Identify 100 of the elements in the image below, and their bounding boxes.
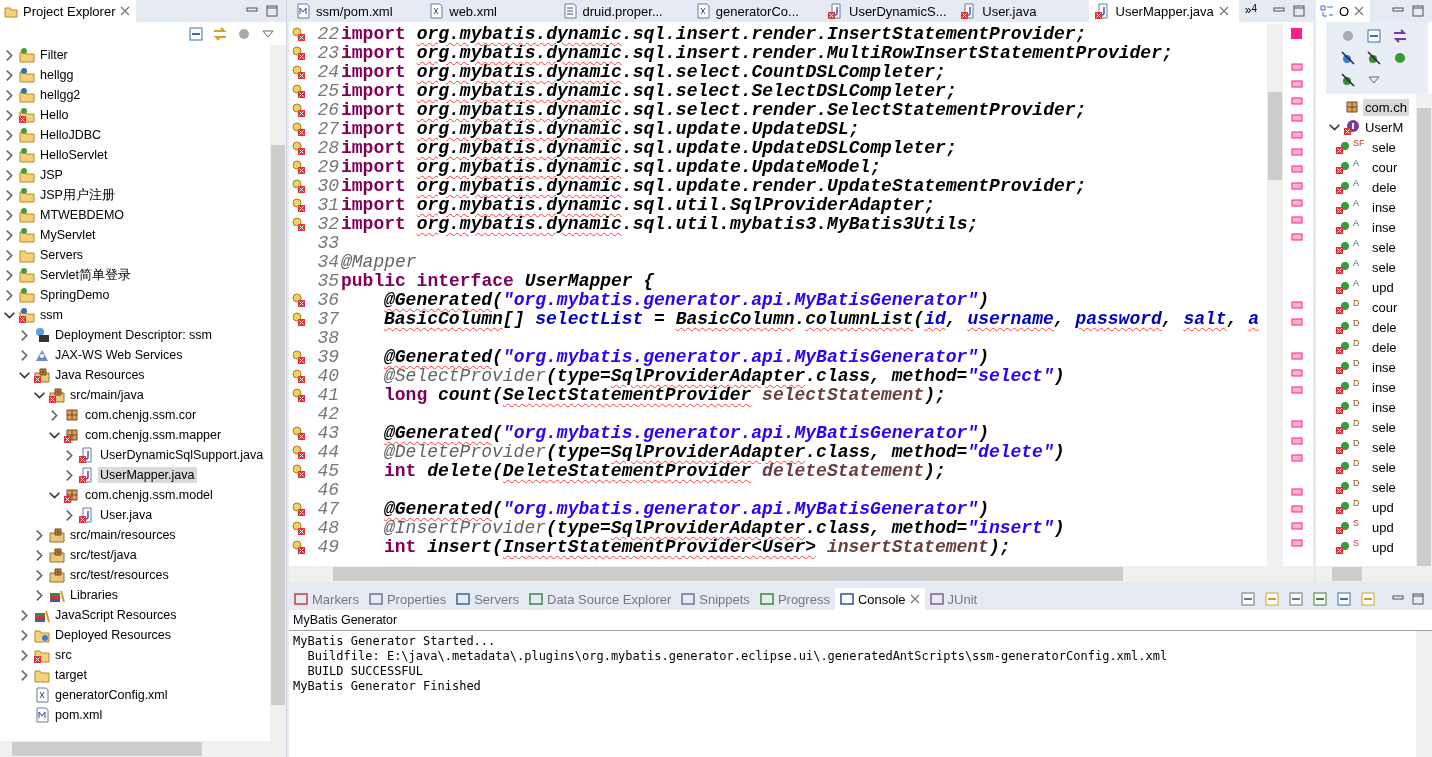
view-tab[interactable]: Snippets bbox=[676, 588, 755, 610]
vertical-scrollbar[interactable] bbox=[1267, 24, 1283, 566]
view-tab[interactable]: JUnit bbox=[924, 588, 983, 610]
outline-item[interactable]: dele bbox=[1370, 338, 1399, 356]
close-icon[interactable] bbox=[120, 6, 131, 16]
tree-item[interactable]: JSP bbox=[38, 167, 65, 183]
outline-item[interactable]: sele bbox=[1370, 138, 1398, 156]
view-tab[interactable]: Markers bbox=[289, 588, 364, 610]
method-icon bbox=[1336, 280, 1350, 294]
tree-item[interactable]: HelloServlet bbox=[38, 147, 110, 163]
close-icon[interactable] bbox=[909, 594, 920, 604]
view-tab[interactable]: Progress bbox=[754, 588, 835, 610]
tree-item[interactable]: MTWEBDEMO bbox=[38, 207, 127, 223]
interface-icon bbox=[1344, 119, 1360, 135]
tree-item[interactable]: User.java bbox=[98, 507, 155, 523]
tree-item[interactable]: Deployed Resources bbox=[53, 627, 174, 643]
tree-item[interactable]: ssm bbox=[38, 307, 65, 323]
outline-item[interactable]: sele bbox=[1370, 418, 1398, 436]
tree-item[interactable]: target bbox=[53, 667, 89, 683]
tree-item[interactable]: Java Resources bbox=[53, 367, 147, 383]
editor-tab[interactable]: ssm/pom.xml bbox=[289, 0, 423, 22]
outline-item[interactable]: inse bbox=[1370, 358, 1398, 376]
tree-item[interactable]: pom.xml bbox=[53, 707, 105, 723]
view-tab[interactable]: Data Source Explorer bbox=[524, 588, 677, 610]
maximize-icon[interactable] bbox=[1412, 593, 1424, 605]
hide-fields-icon[interactable] bbox=[1340, 50, 1356, 66]
tree-item[interactable]: src/main/resources bbox=[68, 527, 178, 543]
editor-tab[interactable]: User.java bbox=[955, 0, 1089, 22]
tree-item[interactable]: Servlet简单登录 bbox=[38, 265, 133, 285]
tree-item[interactable]: JSP用户注册 bbox=[38, 185, 117, 205]
collapse-all-icon[interactable] bbox=[188, 25, 204, 42]
outline-tab[interactable]: O bbox=[1316, 0, 1371, 22]
outline-item[interactable]: inse bbox=[1370, 398, 1398, 416]
tree-item[interactable]: JavaScript Resources bbox=[53, 607, 179, 623]
close-icon[interactable] bbox=[1218, 6, 1229, 16]
editor-tab[interactable]: web.xml bbox=[422, 0, 556, 22]
collapse-all-icon[interactable] bbox=[1366, 28, 1382, 44]
tree-item[interactable]: UserDynamicSqlSupport.java bbox=[98, 447, 266, 463]
view-tab[interactable]: Properties bbox=[363, 588, 452, 610]
horizontal-scrollbar[interactable] bbox=[289, 566, 1313, 582]
view-icon bbox=[839, 592, 854, 606]
outline-item[interactable]: inse bbox=[1370, 198, 1398, 216]
outline-item[interactable]: upd bbox=[1370, 518, 1396, 536]
view-tab[interactable]: Servers bbox=[451, 588, 524, 610]
code-line: import org.mybatis.dynamic.sql.update.render.UpdateStatementProvider; bbox=[341, 175, 1087, 196]
hide-local-icon[interactable] bbox=[1340, 72, 1356, 88]
outline-item[interactable]: inse bbox=[1370, 378, 1398, 396]
outline-item[interactable]: cour bbox=[1370, 298, 1400, 316]
tree-item[interactable]: com.chenjg.ssm.model bbox=[83, 487, 215, 503]
outline-item[interactable]: com.ch bbox=[1363, 98, 1409, 116]
dot-icon[interactable] bbox=[1392, 50, 1408, 66]
tree-item[interactable]: Libraries bbox=[68, 587, 120, 603]
outline-item[interactable]: dele bbox=[1370, 178, 1399, 196]
tree-item[interactable]: SpringDemo bbox=[38, 287, 112, 303]
outline-item[interactable]: UserM bbox=[1363, 118, 1406, 136]
tree-item[interactable]: MyServlet bbox=[38, 227, 98, 243]
vertical-scrollbar[interactable] bbox=[270, 45, 286, 741]
tree-item[interactable]: Deployment Descriptor: ssm bbox=[53, 327, 214, 343]
outline-item[interactable]: upd bbox=[1370, 538, 1396, 556]
outline-item[interactable]: sele bbox=[1370, 458, 1398, 476]
maximize-icon[interactable] bbox=[266, 5, 278, 17]
tree-item[interactable]: com.chenjg.ssm.mapper bbox=[83, 427, 224, 443]
outline-item[interactable]: sele bbox=[1370, 258, 1398, 276]
view-tab[interactable]: Console bbox=[834, 588, 925, 610]
tree-item[interactable]: generatorConfig.xml bbox=[53, 687, 170, 703]
outline-item[interactable]: sele bbox=[1370, 478, 1398, 496]
line-number: 46 bbox=[316, 479, 340, 500]
tree-item[interactable]: Servers bbox=[38, 247, 86, 263]
tree-item[interactable]: src/test/java bbox=[68, 547, 139, 563]
outline-item[interactable]: dele bbox=[1370, 318, 1399, 336]
tree-item[interactable]: UserMapper.java bbox=[98, 467, 197, 483]
hide-static-icon[interactable] bbox=[1366, 50, 1382, 66]
outline-item[interactable]: upd bbox=[1370, 278, 1396, 296]
tree-item[interactable]: com.chenjg.ssm.cor bbox=[83, 407, 199, 423]
tree-item[interactable]: src/main/java bbox=[68, 387, 146, 403]
tree-item[interactable]: JAX-WS Web Services bbox=[53, 347, 185, 363]
outline-item[interactable]: cour bbox=[1370, 158, 1400, 176]
outline-item[interactable]: sele bbox=[1370, 238, 1398, 256]
outline-item[interactable]: upd bbox=[1370, 498, 1396, 516]
tree-item[interactable]: src/test/resources bbox=[68, 567, 171, 583]
tree-item[interactable]: HelloJDBC bbox=[38, 127, 104, 143]
tree-item[interactable]: Filter bbox=[38, 47, 70, 63]
tree-item[interactable]: hellgg2 bbox=[38, 87, 83, 103]
outline-item[interactable]: sele bbox=[1370, 438, 1398, 456]
project-explorer-tab[interactable]: Project Explorer bbox=[0, 0, 137, 22]
tree-item[interactable]: hellgg bbox=[38, 67, 76, 83]
tree-item[interactable]: src bbox=[53, 647, 74, 663]
vertical-scrollbar[interactable] bbox=[1416, 631, 1432, 757]
horizontal-scrollbar[interactable] bbox=[1316, 566, 1432, 582]
tree-item[interactable]: Hello bbox=[38, 107, 71, 123]
outline-item[interactable]: inse bbox=[1370, 218, 1398, 236]
editor-tab[interactable]: UserMapper.java bbox=[1088, 0, 1239, 22]
editor-tab[interactable]: UserDynamicS... bbox=[822, 0, 956, 22]
editor-tab[interactable]: generatorCo... bbox=[688, 0, 822, 22]
horizontal-scrollbar[interactable] bbox=[0, 741, 286, 757]
maximize-icon[interactable] bbox=[1412, 5, 1424, 17]
editor-tab[interactable]: druid.proper... bbox=[555, 0, 689, 22]
close-icon[interactable] bbox=[1354, 6, 1365, 16]
vertical-scrollbar[interactable] bbox=[1416, 94, 1432, 566]
maximize-icon[interactable] bbox=[1293, 5, 1306, 17]
